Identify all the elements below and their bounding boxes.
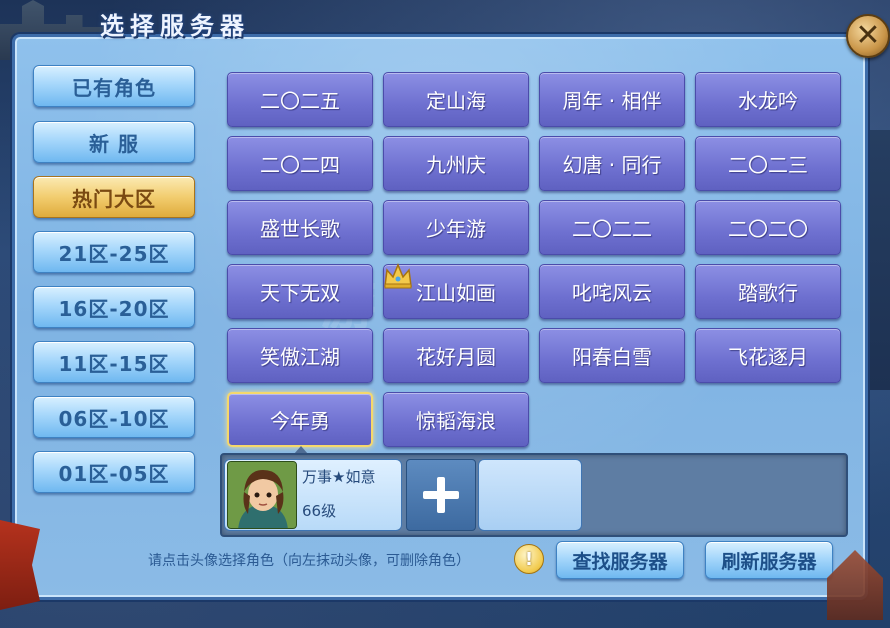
info-icon[interactable]: ! [514, 544, 544, 574]
server-button[interactable]: 九州庆 [383, 136, 529, 191]
sidebar-item-new-servers[interactable]: 新 服 [33, 121, 195, 163]
close-icon: ✕ [855, 18, 881, 53]
server-button[interactable]: 定山海 [383, 72, 529, 127]
character-portrait-icon [228, 462, 296, 528]
sidebar-item-zone-16-20[interactable]: 16区-20区 [33, 286, 195, 328]
close-button[interactable]: ✕ [846, 14, 890, 58]
server-button[interactable]: 二〇二〇 [695, 200, 841, 255]
background-edge [868, 130, 890, 390]
server-button[interactable]: 水龙吟 [695, 72, 841, 127]
plus-icon [423, 477, 459, 513]
server-button[interactable]: 二〇二三 [695, 136, 841, 191]
server-button[interactable]: 叱咤风云 [539, 264, 685, 319]
server-button[interactable]: 周年 · 相伴 [539, 72, 685, 127]
hint-text: 请点击头像选择角色（向左抹动头像，可删除角色） [148, 553, 470, 569]
window-title: 选择服务器 [100, 11, 250, 40]
server-button[interactable]: 少年游 [383, 200, 529, 255]
server-button[interactable]: 二〇二二 [539, 200, 685, 255]
server-button[interactable]: 飞花逐月 [695, 328, 841, 383]
avatar[interactable] [227, 461, 297, 529]
sidebar-item-zone-11-15[interactable]: 11区-15区 [33, 341, 195, 383]
server-button[interactable]: 阳春白雪 [539, 328, 685, 383]
character-name: 万事★如意 [302, 468, 376, 486]
character-level: 66级 [302, 502, 337, 520]
find-server-button[interactable]: 查找服务器 [556, 541, 684, 579]
server-button[interactable]: 二〇二五 [227, 72, 373, 127]
crown-icon [384, 263, 412, 289]
sidebar-item-zone-21-25[interactable]: 21区-25区 [33, 231, 195, 273]
server-button-selected[interactable]: 今年勇 [227, 392, 373, 447]
empty-character-slot[interactable] [478, 459, 582, 531]
sidebar-item-existing-roles[interactable]: 已有角色 [33, 65, 195, 107]
server-button[interactable]: 幻唐 · 同行 [539, 136, 685, 191]
server-button[interactable]: 花好月圆 [383, 328, 529, 383]
add-character-button[interactable] [406, 459, 476, 531]
sidebar-item-zone-01-05[interactable]: 01区-05区 [33, 451, 195, 493]
sidebar-item-zone-06-10[interactable]: 06区-10区 [33, 396, 195, 438]
refresh-server-button[interactable]: 刷新服务器 [705, 541, 833, 579]
server-button[interactable]: 笑傲江湖 [227, 328, 373, 383]
server-button[interactable]: 盛世长歌 [227, 200, 373, 255]
server-button[interactable]: 踏歌行 [695, 264, 841, 319]
server-button[interactable]: 惊韬海浪 [383, 392, 529, 447]
server-button[interactable]: 天下无双 [227, 264, 373, 319]
server-button[interactable]: 二〇二四 [227, 136, 373, 191]
sidebar-item-hot-zones[interactable]: 热门大区 [33, 176, 195, 218]
